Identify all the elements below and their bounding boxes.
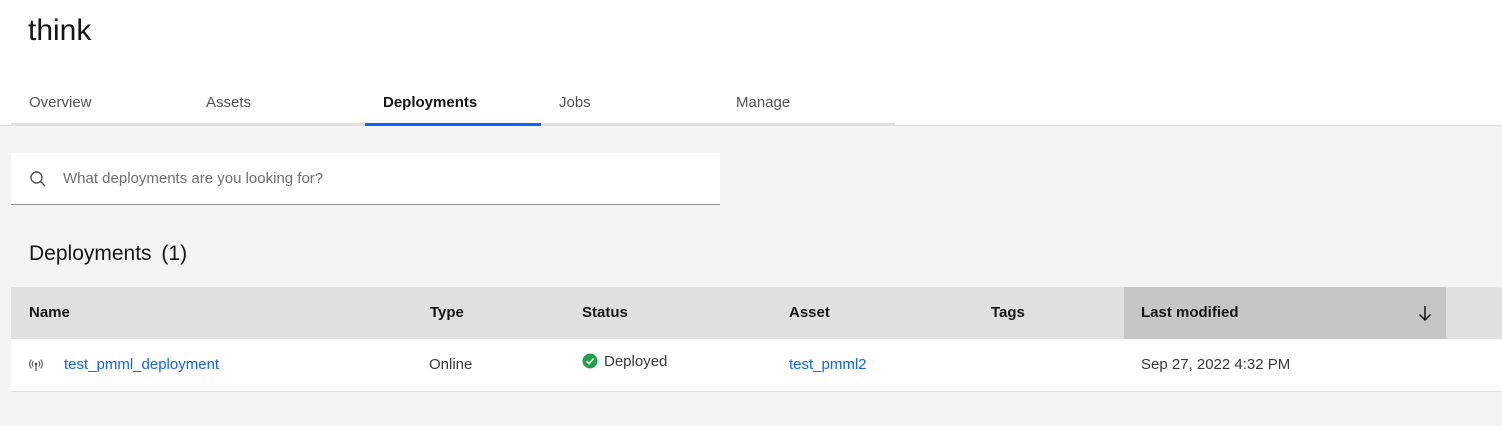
checkmark-filled-icon (582, 353, 598, 369)
table-header: Name Type Status Asset Tags Last modifie… (11, 287, 1502, 339)
search-input[interactable] (63, 153, 703, 203)
tab-deployments[interactable]: Deployments (365, 82, 541, 126)
arrow-down-icon[interactable] (1416, 304, 1434, 322)
column-header-tags[interactable]: Tags (991, 287, 1025, 339)
column-header-last-modified-label: Last modified (1141, 304, 1239, 321)
tab-overview[interactable]: Overview (11, 82, 188, 126)
section-heading: Deployments (1) (29, 242, 187, 266)
deployment-type: Online (429, 356, 473, 373)
page-header: think Overview Assets Deployments Jobs M… (0, 0, 1502, 126)
deployment-name-link[interactable]: test_pmml_deployment (64, 339, 219, 391)
table-row[interactable]: test_pmml_deployment Online Deployed tes… (11, 339, 1502, 392)
tab-manage[interactable]: Manage (718, 82, 895, 126)
deployments-table: Name Type Status Asset Tags Last modifie… (11, 287, 1502, 392)
last-modified-value: Sep 27, 2022 4:32 PM (1141, 356, 1291, 373)
search-bar (11, 153, 720, 205)
section-count: (1) (161, 242, 188, 265)
search-icon (30, 171, 46, 187)
status-badge: Deployed (582, 339, 667, 391)
column-header-type[interactable]: Type (430, 287, 464, 339)
radio-tower-icon (29, 359, 43, 371)
column-header-status[interactable]: Status (582, 287, 628, 339)
tab-jobs[interactable]: Jobs (541, 82, 718, 126)
column-header-last-modified[interactable]: Last modified (1124, 287, 1446, 339)
column-header-name[interactable]: Name (29, 287, 70, 339)
column-header-asset[interactable]: Asset (789, 287, 830, 339)
status-label: Deployed (604, 352, 668, 370)
section-title-label: Deployments (29, 242, 152, 265)
project-title: think (28, 14, 92, 47)
tab-assets[interactable]: Assets (188, 82, 365, 126)
asset-link[interactable]: test_pmml2 (789, 339, 867, 391)
project-tabs: Overview Assets Deployments Jobs Manage (11, 82, 895, 126)
